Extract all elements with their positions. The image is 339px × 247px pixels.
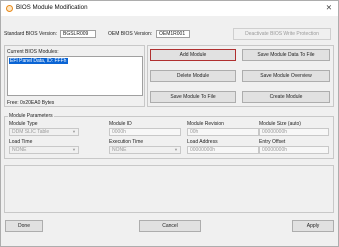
module-type-select[interactable]: DDM SLIC Table ▼ (9, 128, 79, 136)
add-module-button[interactable]: Add Module (150, 49, 236, 61)
load-time-label: Load Time (9, 139, 33, 145)
oem-bios-field: OEM1R001 (156, 30, 190, 38)
save-module-to-file-button[interactable]: Save Module To File (150, 91, 236, 103)
cancel-button[interactable]: Cancel (139, 220, 201, 232)
save-overview-button[interactable]: Save Module Overview (242, 70, 330, 82)
module-parameters-group: Module Parameters Module Type DDM SLIC T… (4, 113, 334, 159)
free-bytes-text: Free: 0x20EA0 Bytes (7, 100, 55, 106)
execution-time-select[interactable]: NONE ▼ (109, 146, 181, 154)
chevron-down-icon: ▼ (174, 147, 178, 152)
bios-module-window: BIOS Module Modification ✕ Standard BIOS… (0, 0, 339, 247)
current-modules-title: Current BIOS Modules: (7, 49, 59, 55)
module-size-field: 00000000h (259, 128, 329, 136)
load-time-select[interactable]: NONE ▼ (9, 146, 79, 154)
standard-bios-field: BGSLR009 (60, 30, 96, 38)
delete-module-button[interactable]: Delete Module (150, 70, 236, 82)
load-address-label: Load Address (187, 139, 218, 145)
modules-listbox[interactable]: EFI Panel Data, ID: FFFh (7, 56, 143, 96)
entry-offset-field[interactable]: 00000000h (259, 146, 329, 154)
apply-button[interactable]: Apply (292, 220, 334, 232)
current-modules-group: Current BIOS Modules: EFI Panel Data, ID… (4, 45, 145, 107)
module-revision-label: Module Revision (187, 121, 224, 127)
app-icon (6, 5, 13, 12)
window-title: BIOS Module Modification (16, 4, 88, 11)
standard-bios-label: Standard BIOS Version: (4, 31, 58, 37)
module-id-label: Module ID (109, 121, 132, 127)
chevron-down-icon: ▼ (72, 147, 76, 152)
load-address-field[interactable]: 00000000h (187, 146, 259, 154)
deactivate-write-protection-button[interactable]: Deactivate BIOS Write Protection (233, 28, 331, 40)
execution-time-label: Execution Time (109, 139, 144, 145)
status-panel (4, 165, 334, 213)
load-time-value: NONE (12, 147, 27, 153)
module-revision-field[interactable]: 00h (187, 128, 259, 136)
create-module-button[interactable]: Create Module (242, 91, 330, 103)
actions-group: Add Module Save Module Data To File Dele… (147, 45, 334, 107)
chevron-down-icon: ▼ (72, 129, 76, 134)
module-type-value: DDM SLIC Table (12, 129, 50, 135)
list-item[interactable]: EFI Panel Data, ID: FFFh (9, 58, 69, 64)
title-bar: BIOS Module Modification ✕ (1, 1, 338, 16)
execution-time-value: NONE (112, 147, 127, 153)
module-id-field[interactable]: 0000h (109, 128, 181, 136)
oem-bios-label: OEM BIOS Version: (108, 31, 153, 37)
module-type-label: Module Type (9, 121, 38, 127)
module-parameters-title: Module Parameters (8, 113, 54, 119)
close-icon[interactable]: ✕ (326, 3, 332, 12)
save-module-data-button[interactable]: Save Module Data To File (242, 49, 330, 61)
module-size-label: Module Size (auto) (259, 121, 301, 127)
entry-offset-label: Entry Offset (259, 139, 286, 145)
done-button[interactable]: Done (5, 220, 43, 232)
